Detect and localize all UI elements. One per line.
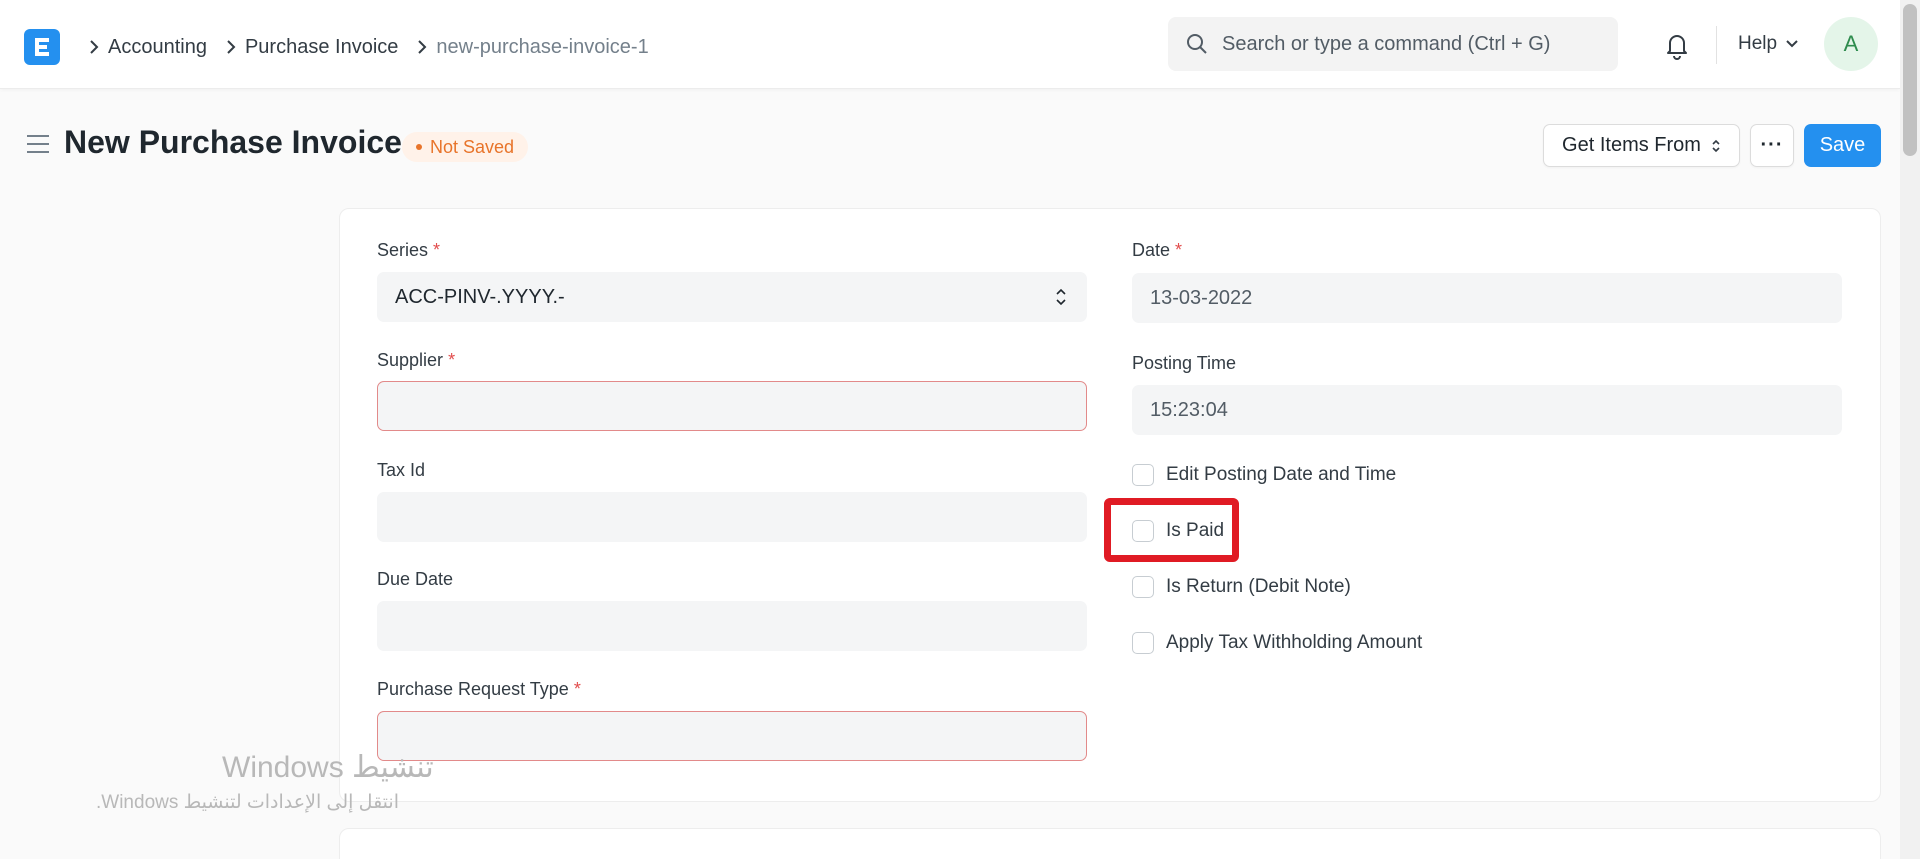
erpnext-logo-icon	[35, 38, 49, 56]
status-badge: Not Saved	[402, 132, 529, 162]
supplier-label: Supplier *	[377, 350, 455, 371]
get-items-from-button[interactable]: Get Items From	[1543, 124, 1740, 167]
due-date-input[interactable]	[377, 601, 1087, 651]
help-dropdown[interactable]: Help	[1738, 33, 1799, 55]
breadcrumb-purchase-invoice[interactable]: Purchase Invoice	[245, 36, 398, 59]
is-return-checkbox[interactable]: Is Return (Debit Note)	[1132, 576, 1351, 598]
required-marker: *	[573, 679, 581, 699]
help-label: Help	[1738, 33, 1778, 54]
breadcrumb-accounting[interactable]: Accounting	[108, 36, 207, 59]
date-label: Date *	[1132, 240, 1182, 261]
more-actions-icon: ···	[1760, 134, 1784, 156]
sidebar-toggle-icon[interactable]	[26, 133, 50, 155]
purchase-request-type-label: Purchase Request Type *	[377, 679, 581, 700]
get-items-from-label: Get Items From	[1562, 134, 1701, 156]
apply-tax-withholding-checkbox[interactable]: Apply Tax Withholding Amount	[1132, 632, 1422, 654]
search-input[interactable]: Search or type a command (Ctrl + G)	[1168, 17, 1618, 71]
chevron-right-icon	[80, 37, 108, 57]
series-label: Series *	[377, 240, 440, 261]
select-arrows-icon	[1712, 139, 1720, 152]
search-icon	[1187, 34, 1207, 54]
chevron-right-icon	[217, 37, 245, 57]
posting-time-input[interactable]: 15:23:04	[1132, 385, 1842, 435]
app-logo[interactable]	[24, 29, 60, 65]
purchase-request-type-label-text: Purchase Request Type	[377, 679, 569, 699]
search-placeholder: Search or type a command (Ctrl + G)	[1222, 32, 1551, 55]
edit-posting-date-checkbox[interactable]: Edit Posting Date and Time	[1132, 464, 1396, 486]
date-value: 13-03-2022	[1150, 286, 1253, 309]
tax-id-label: Tax Id	[377, 460, 426, 480]
highlight-annotation	[1104, 498, 1239, 562]
form-section-next	[339, 828, 1881, 859]
date-input[interactable]: 13-03-2022	[1132, 273, 1842, 323]
status-text: Not Saved	[430, 136, 515, 157]
status-dot	[416, 144, 422, 150]
windows-watermark-subtitle: انتقل إلى الإعدادات لتنشيط Windows.	[96, 792, 399, 813]
chevron-right-icon	[408, 37, 436, 57]
more-actions-button[interactable]: ···	[1750, 124, 1794, 167]
series-value: ACC-PINV-.YYYY.-	[395, 285, 565, 308]
required-marker: *	[433, 240, 441, 260]
checkbox-label: Is Return (Debit Note)	[1166, 576, 1351, 597]
posting-time-label: Posting Time	[1132, 353, 1237, 373]
page-title: New Purchase Invoice	[64, 124, 402, 160]
navbar-divider	[1716, 26, 1717, 64]
supplier-input[interactable]	[377, 381, 1087, 431]
windows-watermark-title: تنشيط Windows	[222, 751, 434, 784]
checkbox-box[interactable]	[1132, 464, 1154, 486]
top-navbar: Accounting Purchase Invoice new-purchase…	[0, 0, 1900, 89]
scrollbar-thumb[interactable]	[1903, 4, 1917, 156]
required-marker: *	[448, 350, 456, 370]
date-label-text: Date	[1132, 240, 1171, 260]
notification-bell-icon[interactable]	[1662, 30, 1692, 60]
series-label-text: Series	[377, 240, 429, 260]
due-date-label: Due Date	[377, 569, 454, 589]
checkbox-label: Apply Tax Withholding Amount	[1166, 632, 1423, 653]
series-select[interactable]: ACC-PINV-.YYYY.-	[377, 272, 1087, 322]
avatar[interactable]: A	[1824, 17, 1878, 71]
required-marker: *	[1175, 240, 1183, 260]
checkbox-label: Edit Posting Date and Time	[1166, 464, 1397, 485]
save-button[interactable]: Save	[1804, 124, 1881, 167]
checkbox-box[interactable]	[1132, 576, 1154, 598]
supplier-label-text: Supplier	[377, 350, 444, 370]
avatar-initial: A	[1843, 31, 1859, 56]
posting-time-value: 15:23:04	[1150, 398, 1228, 421]
checkbox-box[interactable]	[1132, 632, 1154, 654]
purchase-request-type-input[interactable]	[377, 711, 1087, 761]
breadcrumb: Accounting Purchase Invoice new-purchase…	[80, 30, 649, 64]
select-arrows-icon	[1056, 288, 1066, 306]
chevron-down-icon	[1786, 40, 1798, 48]
save-label: Save	[1819, 134, 1866, 156]
breadcrumb-current-doc: new-purchase-invoice-1	[436, 35, 649, 58]
tax-id-input[interactable]	[377, 492, 1087, 542]
